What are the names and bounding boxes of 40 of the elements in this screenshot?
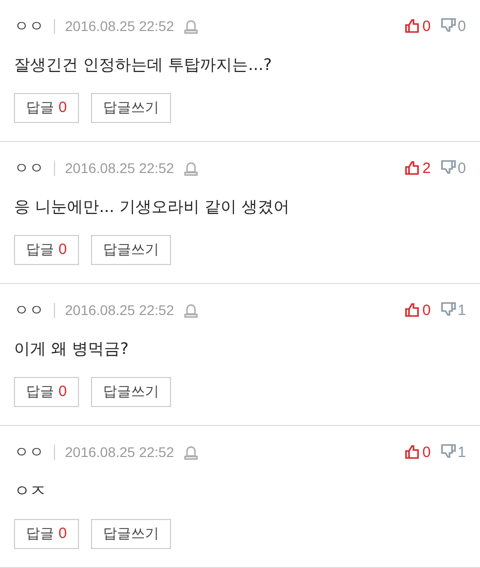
comment-text: 이게 왜 병먹금? bbox=[14, 339, 130, 360]
comment-date: 2016.08.25 22:52 bbox=[65, 160, 174, 176]
thumbs-down-icon[interactable] bbox=[440, 18, 456, 32]
thumbs-up-icon[interactable] bbox=[405, 444, 420, 458]
comment-date: 2016.08.25 22:52 bbox=[65, 444, 174, 460]
like-count: 0 bbox=[422, 18, 431, 34]
comment-date: 2016.08.25 22:52 bbox=[65, 302, 174, 318]
siren-icon[interactable] bbox=[184, 302, 198, 318]
author-name: ㅇㅇ bbox=[14, 16, 44, 36]
thumbs-up-icon[interactable] bbox=[405, 18, 420, 32]
siren-icon[interactable] bbox=[184, 18, 198, 34]
write-reply-button[interactable]: 답글쓰기 bbox=[90, 93, 171, 123]
comment-text: 응 니눈에만... 기생오라비 같이 생겼어 bbox=[14, 197, 291, 218]
reply-button[interactable]: 답글 0 bbox=[14, 377, 79, 407]
write-reply-button[interactable]: 답글쓰기 bbox=[90, 519, 171, 549]
thumbs-down-icon[interactable] bbox=[440, 444, 456, 458]
reply-button[interactable]: 답글 0 bbox=[14, 519, 79, 549]
dislike-count: 0 bbox=[458, 18, 466, 34]
reply-button[interactable]: 답글 0 bbox=[14, 235, 79, 265]
comment-text: 잘생긴건 인정하는데 투탑까지는...? bbox=[14, 55, 273, 76]
like-count: 0 bbox=[422, 302, 431, 318]
author-name: ㅇㅇ bbox=[14, 300, 44, 320]
thumbs-down-icon[interactable] bbox=[440, 160, 456, 174]
like-count: 0 bbox=[422, 444, 431, 460]
author-name: ㅇㅇ bbox=[14, 442, 44, 462]
thumbs-down-icon[interactable] bbox=[440, 302, 456, 316]
dislike-count: 0 bbox=[458, 160, 466, 176]
comment-date: 2016.08.25 22:52 bbox=[65, 18, 174, 34]
siren-icon[interactable] bbox=[184, 160, 198, 176]
siren-icon[interactable] bbox=[184, 444, 198, 460]
dislike-count: 1 bbox=[458, 302, 466, 318]
dislike-count: 1 bbox=[458, 444, 466, 460]
thumbs-up-icon[interactable] bbox=[405, 160, 420, 174]
comment-text: ㅇㅈ bbox=[14, 481, 47, 502]
write-reply-button[interactable]: 답글쓰기 bbox=[90, 235, 171, 265]
write-reply-button[interactable]: 답글쓰기 bbox=[90, 377, 171, 407]
thumbs-up-icon[interactable] bbox=[405, 302, 420, 316]
like-count: 2 bbox=[422, 160, 431, 176]
reply-button[interactable]: 답글 0 bbox=[14, 93, 79, 123]
author-name: ㅇㅇ bbox=[14, 158, 44, 178]
